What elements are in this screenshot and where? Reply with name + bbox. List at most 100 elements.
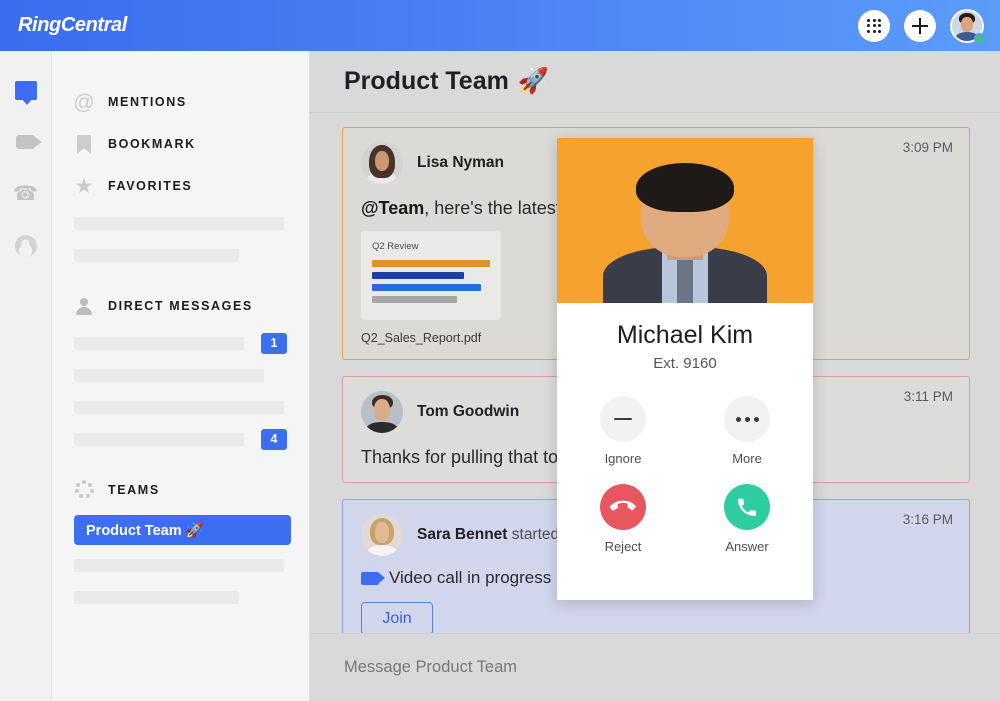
sidebar-item-direct-messages[interactable]: DIRECT MESSAGES xyxy=(52,285,309,327)
caller-photo xyxy=(557,138,813,303)
avatar xyxy=(361,142,403,184)
sidebar-item-label: BOOKMARK xyxy=(108,137,196,151)
unread-badge: 1 xyxy=(261,333,287,354)
contacts-person-icon xyxy=(15,235,37,257)
add-button[interactable] xyxy=(904,10,936,42)
minus-icon xyxy=(614,418,632,421)
sidebar-item-label: MENTIONS xyxy=(108,95,187,109)
placeholder-bar xyxy=(74,337,244,350)
answer-button[interactable] xyxy=(724,484,770,530)
ellipsis-icon xyxy=(736,417,759,422)
placeholder-bar xyxy=(74,591,239,604)
sidebar-item-bookmark[interactable]: BOOKMARK xyxy=(52,123,309,165)
placeholder-bar xyxy=(74,369,264,382)
unread-badge: 4 xyxy=(261,429,287,450)
caller-photo-image xyxy=(557,138,813,303)
sidebar-item-mentions[interactable]: @ MENTIONS xyxy=(52,81,309,123)
star-icon: ★ xyxy=(74,176,94,197)
list-item[interactable] xyxy=(52,359,309,391)
bookmark-icon xyxy=(74,135,94,154)
attachment-chart-title: Q2 Review xyxy=(372,241,490,252)
profile-avatar-button[interactable] xyxy=(950,9,984,43)
reject-label: Reject xyxy=(586,539,660,554)
mention-token[interactable]: @Team xyxy=(361,198,424,218)
answer-label: Answer xyxy=(710,539,784,554)
sidebar-item-label: TEAMS xyxy=(108,483,160,497)
call-status-text: Video call in progress xyxy=(389,568,551,588)
chart-bar xyxy=(372,260,490,267)
online-status-dot xyxy=(974,33,985,44)
top-bar: RingCentral xyxy=(0,0,1000,51)
more-button[interactable] xyxy=(724,396,770,442)
list-item[interactable] xyxy=(52,207,309,239)
message-author: Tom Goodwin xyxy=(417,403,519,421)
message-timestamp: 3:11 PM xyxy=(904,389,953,404)
reject-action[interactable]: Reject xyxy=(586,484,660,554)
list-item[interactable] xyxy=(52,239,309,271)
ignore-label: Ignore xyxy=(586,451,660,466)
message-author-name: Sara Bennet xyxy=(417,526,507,543)
reject-button[interactable] xyxy=(600,484,646,530)
sidebar-item-label: FAVORITES xyxy=(108,179,192,193)
video-camera-icon xyxy=(16,135,35,149)
page-title-text: Product Team xyxy=(344,67,509,96)
list-item[interactable] xyxy=(52,581,309,613)
video-camera-icon xyxy=(361,572,379,585)
ringcentral-app: RingCentral xyxy=(0,0,1000,701)
attachment-preview: Q2 Review xyxy=(361,231,501,320)
message-timestamp: 3:16 PM xyxy=(903,512,953,527)
at-icon: @ xyxy=(74,92,94,113)
placeholder-bar xyxy=(74,433,244,446)
plus-icon xyxy=(912,18,928,34)
sidebar-item-teams[interactable]: TEAMS xyxy=(52,469,309,511)
chart-bar xyxy=(372,284,481,291)
caller-extension: Ext. 9160 xyxy=(557,355,813,372)
rail-item-contacts[interactable] xyxy=(11,231,41,261)
sidebar-item-label: Product Team 🚀 xyxy=(86,522,204,539)
conversation-header: Product Team 🚀 xyxy=(310,51,1000,113)
list-item[interactable]: 1 xyxy=(52,327,309,359)
answer-action[interactable]: Answer xyxy=(710,484,784,554)
caller-name: Michael Kim xyxy=(557,321,813,350)
join-call-button[interactable]: Join xyxy=(361,602,433,633)
ignore-button[interactable] xyxy=(600,396,646,442)
dialpad-button[interactable] xyxy=(858,10,890,42)
composer-placeholder[interactable]: Message Product Team xyxy=(344,658,517,677)
more-action[interactable]: More xyxy=(710,396,784,466)
sidebar-item-label: DIRECT MESSAGES xyxy=(108,299,253,313)
phone-icon xyxy=(735,495,759,519)
rail-item-video[interactable] xyxy=(11,127,41,157)
placeholder-bar xyxy=(74,559,284,572)
lisa-avatar-image xyxy=(361,142,403,184)
placeholder-bar xyxy=(74,401,284,414)
list-item[interactable]: 4 xyxy=(52,423,309,455)
avatar xyxy=(361,391,403,433)
incoming-call-card[interactable]: Michael Kim Ext. 9160 Ignore More xyxy=(557,138,813,600)
chart-bar xyxy=(372,272,464,279)
ignore-action[interactable]: Ignore xyxy=(586,396,660,466)
phone-icon: ☎ xyxy=(13,184,38,204)
message-composer[interactable]: Message Product Team xyxy=(310,633,1000,701)
topbar-actions xyxy=(858,9,984,43)
sidebar: @ MENTIONS BOOKMARK ★ FAVORITES DIRECT M… xyxy=(52,51,310,701)
list-item[interactable] xyxy=(52,391,309,423)
sidebar-item-favorites[interactable]: ★ FAVORITES xyxy=(52,165,309,207)
rail-item-phone[interactable]: ☎ xyxy=(11,179,41,209)
placeholder-bar xyxy=(74,217,284,230)
left-icon-rail: ☎ xyxy=(0,51,52,701)
sidebar-item-product-team[interactable]: Product Team 🚀 xyxy=(74,515,291,545)
tom-avatar-image xyxy=(361,391,403,433)
list-item[interactable] xyxy=(52,549,309,581)
chart-bar xyxy=(372,296,457,303)
dialpad-icon xyxy=(867,19,881,33)
message-author: Lisa Nyman xyxy=(417,154,504,172)
page-title: Product Team 🚀 xyxy=(344,67,549,96)
message-bubble-icon xyxy=(15,81,37,100)
placeholder-bar xyxy=(74,249,239,262)
message-timestamp: 3:09 PM xyxy=(903,140,953,155)
phone-down-icon xyxy=(610,494,636,520)
rail-item-messages[interactable] xyxy=(11,75,41,105)
brand-logo: RingCentral xyxy=(18,14,127,37)
rocket-icon: 🚀 xyxy=(518,67,549,96)
more-label: More xyxy=(710,451,784,466)
